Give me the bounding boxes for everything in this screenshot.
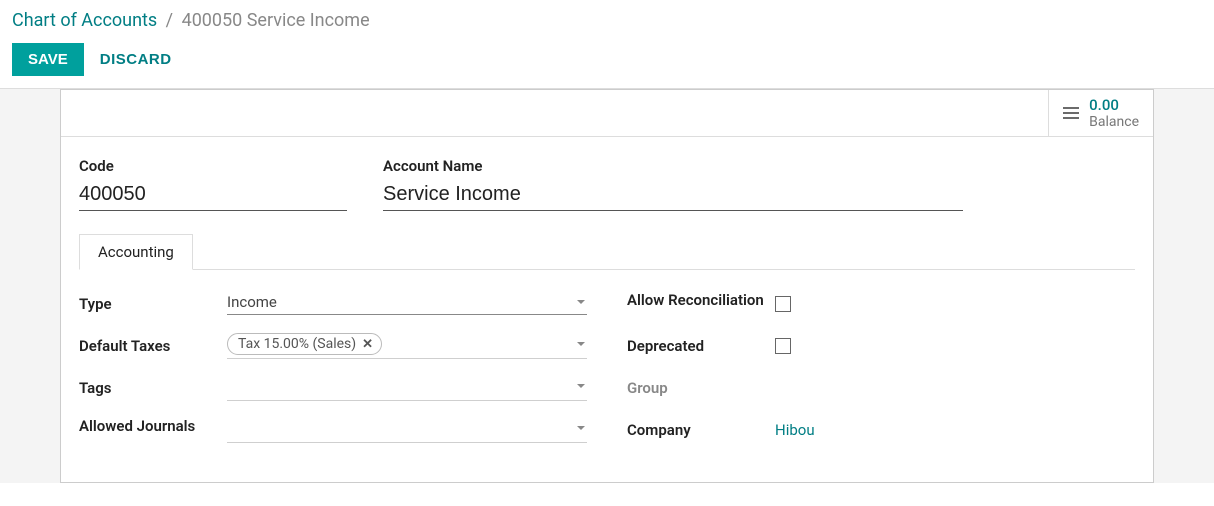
type-label: Type	[79, 295, 227, 313]
allowed-journals-label: Allowed Journals	[79, 416, 227, 436]
breadcrumb-separator: /	[166, 10, 173, 31]
chevron-down-icon	[577, 426, 585, 430]
deprecated-checkbox[interactable]	[775, 338, 791, 354]
chevron-down-icon	[577, 300, 585, 304]
type-value: Income	[227, 293, 577, 311]
breadcrumb-parent-link[interactable]: Chart of Accounts	[12, 10, 157, 31]
balance-label: Balance	[1089, 114, 1139, 130]
form-sheet: 0.00 Balance Code Account Name Accountin…	[60, 89, 1154, 483]
code-label: Code	[79, 157, 347, 175]
tags-label: Tags	[79, 379, 227, 397]
type-select[interactable]: Income	[227, 293, 587, 315]
allow-reconciliation-label: Allow Reconciliation	[627, 290, 775, 310]
code-input[interactable]	[79, 181, 347, 211]
close-icon[interactable]: ✕	[362, 337, 373, 352]
hamburger-icon	[1063, 107, 1079, 119]
chevron-down-icon	[577, 342, 585, 346]
company-link[interactable]: Hibou	[775, 421, 815, 439]
discard-button[interactable]: DISCARD	[100, 51, 172, 68]
account-name-input[interactable]	[383, 181, 963, 211]
default-taxes-input[interactable]: Tax 15.00% (Sales) ✕	[227, 333, 587, 359]
allow-reconciliation-checkbox[interactable]	[775, 296, 791, 312]
chevron-down-icon	[577, 384, 585, 388]
save-button[interactable]: SAVE	[12, 43, 84, 76]
deprecated-label: Deprecated	[627, 337, 775, 355]
balance-value: 0.00	[1089, 96, 1139, 114]
tags-input[interactable]	[227, 375, 587, 401]
group-label: Group	[627, 379, 775, 397]
tax-tag-label: Tax 15.00% (Sales)	[238, 336, 356, 352]
account-name-label: Account Name	[383, 157, 963, 175]
allowed-journals-input[interactable]	[227, 417, 587, 443]
breadcrumb-current: 400050 Service Income	[182, 10, 370, 31]
company-label: Company	[627, 421, 775, 439]
balance-stat-button[interactable]: 0.00 Balance	[1048, 90, 1153, 136]
tab-accounting[interactable]: Accounting	[79, 234, 193, 270]
breadcrumb: Chart of Accounts / 400050 Service Incom…	[12, 10, 1202, 31]
tax-tag: Tax 15.00% (Sales) ✕	[227, 333, 382, 355]
default-taxes-label: Default Taxes	[79, 337, 227, 355]
